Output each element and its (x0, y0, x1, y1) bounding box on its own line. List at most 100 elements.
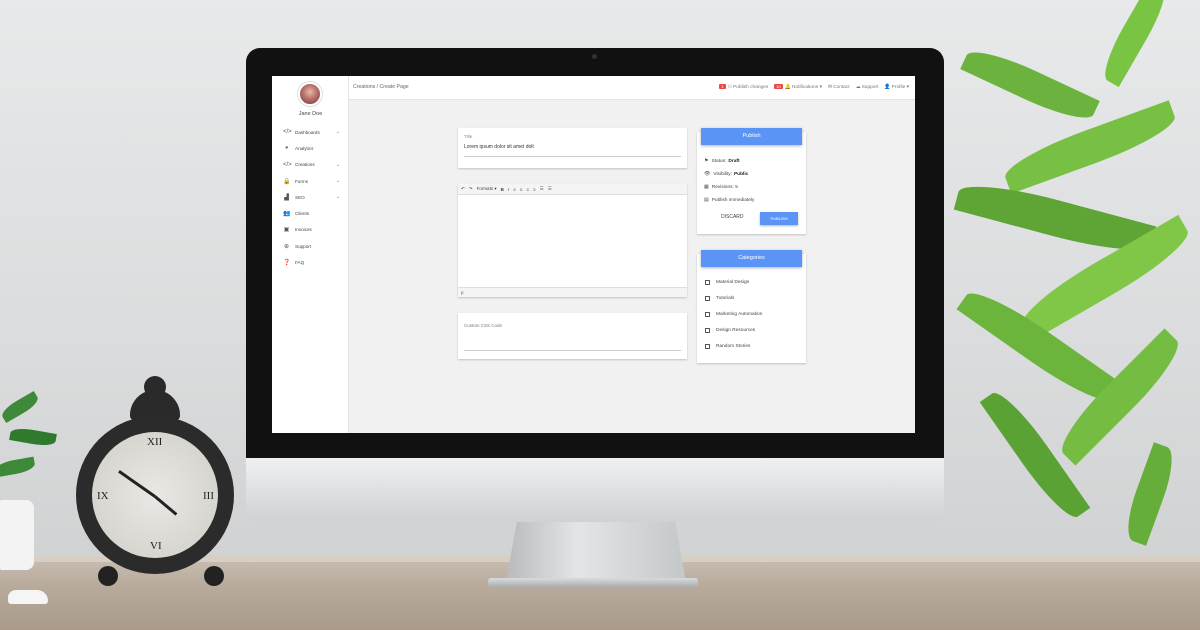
sidebar-item-analytics[interactable]: ◕ Analytics (272, 140, 349, 156)
chevron-down-icon: ⌄ (335, 129, 340, 136)
users-icon: 👥 (283, 211, 291, 218)
top-nav: 1 ⚇Publish changes 10 🔔Notifications ▾ ✉Co… (719, 84, 909, 90)
publish-card: Publish ⚑ Status: Draft 👁 Visibility: Publ… (697, 128, 806, 234)
align-center-icon[interactable]: ≡ (520, 187, 523, 192)
italic-button[interactable]: I (508, 187, 509, 192)
invoice-icon: ▣ (283, 227, 290, 234)
sidebar-item-label: FAQ (295, 260, 305, 266)
align-right-icon[interactable]: ≡ (526, 187, 529, 192)
bar-chart-icon: ▟ (284, 194, 289, 201)
sidebar-item-label: Dashboards (295, 129, 320, 135)
notifications-label: Notifications ▾ (791, 85, 822, 90)
sidebar-item-clients[interactable]: 👥 Clients (272, 205, 349, 221)
align-justify-icon[interactable]: ≡ (533, 187, 536, 192)
editor-status-bar: p (458, 287, 687, 297)
clock-leg (98, 566, 118, 586)
numbered-list-icon[interactable]: ☰ (548, 186, 552, 192)
webcam (592, 54, 597, 59)
monitor-stand (506, 522, 686, 582)
clock-leg (204, 566, 224, 586)
profile-label: Profile ▾ (891, 85, 909, 90)
monitor-chin (246, 458, 944, 522)
comments-icon: ☁ (855, 84, 861, 90)
publish-badge: 1 (719, 84, 726, 89)
mug (0, 500, 34, 570)
flag-icon: ⚑ (704, 158, 709, 164)
status-value: Draft (728, 158, 740, 164)
sidebar-item-seo[interactable]: ▟ SEO ⌄ (272, 189, 349, 205)
sidebar-item-label: Support (295, 243, 312, 249)
clock-numeral: XII (147, 436, 163, 448)
publish-button[interactable]: PUBLISH (760, 212, 798, 225)
checkbox[interactable] (705, 344, 710, 349)
visibility-row: 👁 Visibility: Public (704, 171, 748, 177)
schedule-row: ▤ Publish immediately (704, 197, 754, 203)
sidebar-item-dashboards[interactable]: </> Dashboards ⌄ (272, 124, 349, 140)
undo-icon[interactable]: ↶ (461, 186, 465, 192)
bold-button[interactable]: B (501, 187, 504, 192)
editor-toolbar: ↶ ↷ Formats ▾ B I ≡ ≡ ≡ ≡ ☰ ☰ (458, 184, 687, 195)
custom-css-card: Custom CSS Code (458, 313, 687, 359)
chevron-down-icon: ⌄ (335, 194, 340, 201)
publish-changes-label: Publish changes (733, 85, 769, 90)
sidebar-item-label: SEO (295, 194, 305, 200)
code-icon: </> (283, 161, 292, 168)
publish-changes-link[interactable]: 1 ⚇Publish changes (719, 84, 768, 90)
user-icon: ⚇ (727, 84, 733, 90)
toy-car (8, 590, 48, 604)
user-icon: 👤 (884, 84, 891, 90)
profile-dropdown[interactable]: 👤Profile ▾ (884, 84, 909, 90)
category-label: Design Resources (716, 328, 756, 333)
title-underline (464, 156, 681, 157)
category-checkbox-row[interactable]: Marketing Automation (705, 312, 762, 317)
redo-icon[interactable]: ↷ (469, 186, 473, 192)
sidebar-item-invoices[interactable]: ▣ Invoices (272, 222, 349, 238)
category-checkbox-row[interactable]: Material Design (705, 280, 749, 285)
category-checkbox-row[interactable]: Tutorials (705, 296, 734, 301)
revisions-row: ▦ Revisions: 5 (704, 184, 738, 190)
categories-card-header: Categories (701, 250, 802, 267)
sidebar-item-forms[interactable]: 🔒 Forms ⌄ (272, 173, 349, 189)
sidebar-item-support[interactable]: ⊕ Support (272, 238, 349, 254)
chevron-down-icon: ⌄ (335, 161, 340, 168)
publish-card-header: Publish (701, 128, 802, 145)
bullet-list-icon[interactable]: ☰ (540, 186, 544, 192)
checkbox[interactable] (705, 296, 710, 301)
custom-css-input[interactable]: Custom CSS Code (464, 323, 502, 328)
envelope-icon: ✉ (827, 84, 833, 90)
editor-content-area[interactable] (458, 195, 687, 287)
support-link[interactable]: ☁Support (856, 84, 879, 90)
category-checkbox-row[interactable]: Design Resources (705, 328, 755, 333)
breadcrumb: Creations / Create Page (353, 84, 409, 90)
align-left-icon[interactable]: ≡ (513, 187, 516, 192)
schedule-label: Publish immediately (711, 197, 755, 203)
clock-numeral: III (203, 490, 214, 502)
sidebar-item-label: Invoices (295, 227, 312, 233)
lock-icon: 🔒 (283, 178, 291, 185)
contact-label: Contact (833, 85, 850, 90)
avatar[interactable] (298, 82, 322, 106)
notifications-badge: 10 (774, 84, 783, 89)
checkbox[interactable] (705, 328, 710, 333)
checkbox[interactable] (705, 312, 710, 317)
sidebar-item-label: Clients (295, 211, 310, 217)
sidebar-item-faq[interactable]: ❓ FAQ (272, 254, 349, 270)
contact-link[interactable]: ✉Contact (828, 84, 850, 90)
element-path: p (461, 290, 464, 295)
sidebar-item-creations[interactable]: </> Creations ⌄ (272, 157, 349, 173)
revisions-label: Revisions: 5 (711, 184, 738, 190)
checkbox[interactable] (705, 280, 710, 285)
category-checkbox-row[interactable]: Random Stories (705, 344, 750, 349)
support-label: Support (861, 85, 879, 90)
status-label: Status: (711, 158, 727, 164)
notifications-dropdown[interactable]: 10 🔔Notifications ▾ (774, 84, 822, 90)
category-label: Random Stories (716, 344, 751, 349)
rich-text-editor: ↶ ↷ Formats ▾ B I ≡ ≡ ≡ ≡ ☰ ☰ p (458, 184, 687, 297)
status-row: ⚑ Status: Draft (704, 158, 740, 164)
discard-button[interactable]: DISCARD (721, 214, 744, 220)
question-icon: ❓ (283, 260, 291, 267)
category-label: Material Design (716, 280, 750, 285)
formats-dropdown[interactable]: Formats ▾ (477, 186, 497, 192)
screen: Jane Doe </> Dashboards ⌄ ◕ Analytics </… (272, 76, 915, 433)
title-input[interactable]: Lorem ipsum dolor sit amet dolt (464, 144, 534, 150)
